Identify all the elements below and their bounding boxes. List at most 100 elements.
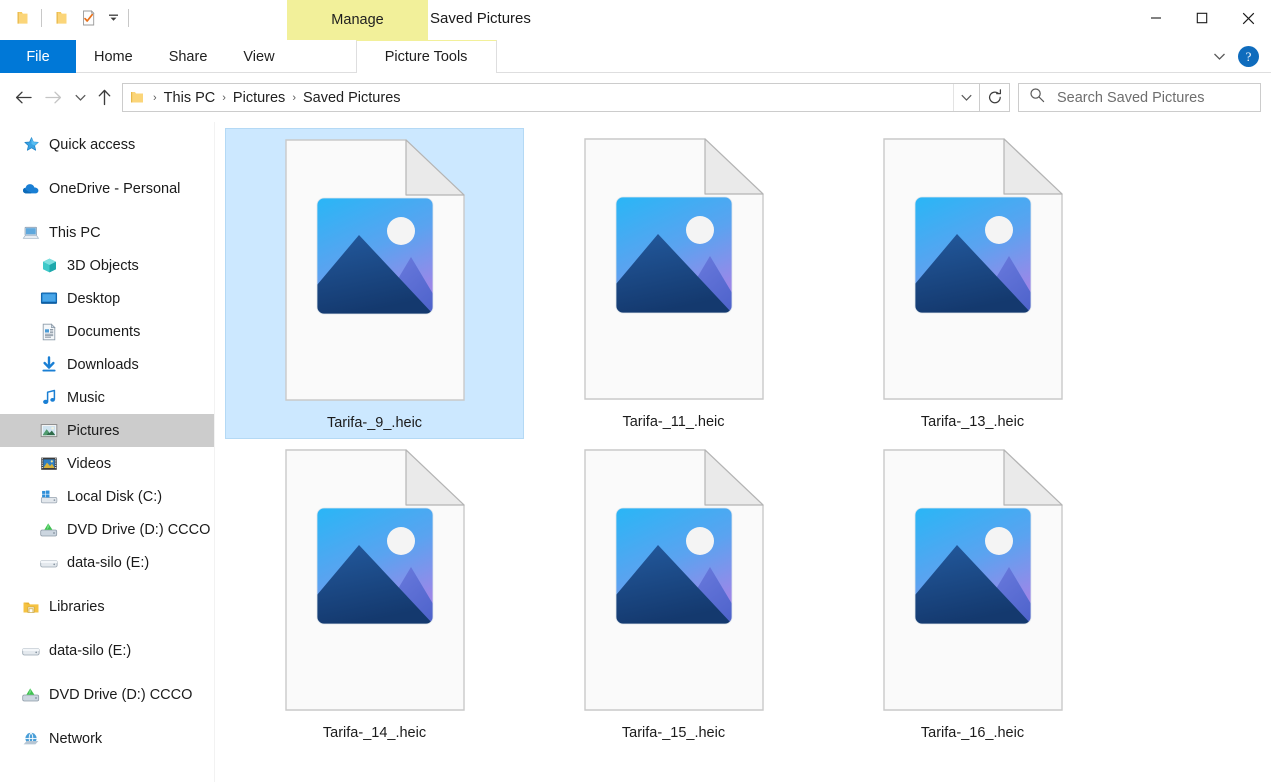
sidebar-item-label: Quick access xyxy=(49,136,136,153)
title-bar: Manage Saved Pictures xyxy=(0,0,1271,40)
sidebar-item-label: data-silo (E:) xyxy=(67,554,150,571)
properties-icon[interactable] xyxy=(75,4,103,32)
heic-file-icon xyxy=(882,138,1063,400)
windows-disk-icon xyxy=(40,488,58,506)
picture-icon xyxy=(40,422,58,440)
sidebar-item-label: OneDrive - Personal xyxy=(49,180,181,197)
document-icon xyxy=(40,322,58,341)
sidebar-item-desktop[interactable]: Desktop xyxy=(0,282,215,315)
window-title: Saved Pictures xyxy=(430,10,531,27)
quick-access-toolbar xyxy=(0,0,140,36)
heic-file-icon xyxy=(284,139,465,401)
sidebar-item-documents[interactable]: Documents xyxy=(0,315,215,348)
sidebar-item-label: Documents xyxy=(67,323,141,340)
network-icon xyxy=(22,730,40,748)
file-name-label: Tarifa-_14_.heic xyxy=(322,725,427,741)
file-name-label: Tarifa-_16_.heic xyxy=(920,725,1025,741)
breadcrumb-item-pictures[interactable]: Pictures xyxy=(229,88,289,108)
sidebar-item-quick-access[interactable]: Quick access xyxy=(0,128,215,161)
tab-view[interactable]: View xyxy=(225,40,292,73)
sidebar-item-label: Videos xyxy=(67,455,112,472)
sidebar-item-this-pc[interactable]: This PC xyxy=(0,216,215,249)
sidebar-item-label: Libraries xyxy=(49,598,105,615)
sidebar-item-data-silo-e[interactable]: data-silo (E:) xyxy=(0,546,215,579)
maximize-button[interactable] xyxy=(1179,0,1225,36)
download-icon xyxy=(40,356,58,374)
nav-group-gap xyxy=(0,161,215,172)
heic-file-icon xyxy=(882,449,1063,711)
close-button[interactable] xyxy=(1225,0,1271,36)
recent-locations-button[interactable] xyxy=(68,82,92,114)
tab-picture-tools[interactable]: Picture Tools xyxy=(355,40,497,73)
nav-group-gap xyxy=(0,623,215,634)
file-list-view[interactable]: Tarifa-_9_.heic Tarifa-_11_.heic Tarifa-_1… xyxy=(215,122,1271,782)
sidebar-item-label: data-silo (E:) xyxy=(49,642,132,659)
heic-file-icon xyxy=(882,449,1063,711)
sidebar-item-data-silo-e[interactable]: data-silo (E:) xyxy=(0,634,215,667)
help-icon[interactable]: ? xyxy=(1238,46,1259,67)
navigation-pane: Quick access OneDrive - Personal This PC 3D… xyxy=(0,122,215,782)
file-name-label: Tarifa-_15_.heic xyxy=(621,725,726,741)
heic-file-icon xyxy=(583,138,764,400)
search-input[interactable]: Search Saved Pictures xyxy=(1018,83,1261,112)
sidebar-item-local-disk-c[interactable]: Local Disk (C:) xyxy=(0,480,215,513)
file-item[interactable]: Tarifa-_15_.heic xyxy=(524,439,823,750)
nav-group-gap xyxy=(0,667,215,678)
video-icon xyxy=(40,455,58,473)
forward-button xyxy=(38,82,68,114)
sidebar-item-label: Downloads xyxy=(67,356,139,373)
chevron-down-icon[interactable] xyxy=(103,4,123,32)
sidebar-item-videos[interactable]: Videos xyxy=(0,447,215,480)
qat-separator-2 xyxy=(128,9,129,27)
sidebar-item-label: Desktop xyxy=(67,290,121,307)
sidebar-item-downloads[interactable]: Downloads xyxy=(0,348,215,381)
refresh-button[interactable] xyxy=(980,83,1010,112)
main-body: Quick access OneDrive - Personal This PC 3D… xyxy=(0,122,1271,782)
heic-file-icon xyxy=(284,449,465,711)
sidebar-item-dvd-drive-d-ccco[interactable]: DVD Drive (D:) CCCO xyxy=(0,678,215,711)
file-item[interactable]: Tarifa-_14_.heic xyxy=(225,439,524,750)
address-bar[interactable]: › This PC › Pictures › Saved Pictures xyxy=(122,83,980,112)
sidebar-item-music[interactable]: Music xyxy=(0,381,215,414)
new-folder-icon[interactable] xyxy=(47,4,75,32)
cloud-icon xyxy=(22,180,40,198)
sidebar-item-dvd-drive-d-ccco[interactable]: DVD Drive (D:) CCCO xyxy=(0,513,215,546)
navigation-bar: › This PC › Pictures › Saved Pictures Se… xyxy=(0,73,1271,122)
back-button[interactable] xyxy=(8,82,38,114)
sidebar-item-3d-objects[interactable]: 3D Objects xyxy=(0,249,215,282)
file-item[interactable]: Tarifa-_9_.heic xyxy=(225,128,524,439)
cube-icon xyxy=(40,257,58,275)
breadcrumb-item-saved-pictures[interactable]: Saved Pictures xyxy=(299,88,405,108)
sidebar-item-label: DVD Drive (D:) CCCO xyxy=(67,521,211,538)
file-grid: Tarifa-_9_.heic Tarifa-_11_.heic Tarifa-_1… xyxy=(225,128,1271,750)
tab-file[interactable]: File xyxy=(0,40,76,73)
breadcrumb-item-this-pc[interactable]: This PC xyxy=(160,88,220,108)
search-placeholder: Search Saved Pictures xyxy=(1057,89,1205,106)
up-button[interactable] xyxy=(92,82,116,114)
sidebar-item-label: Music xyxy=(67,389,105,406)
sidebar-item-label: This PC xyxy=(49,224,101,241)
sidebar-item-label: Network xyxy=(49,730,103,747)
minimize-button[interactable] xyxy=(1133,0,1179,36)
sidebar-item-label: Local Disk (C:) xyxy=(67,488,163,505)
file-item[interactable]: Tarifa-_11_.heic xyxy=(524,128,823,439)
heic-file-icon xyxy=(284,139,465,401)
sidebar-item-pictures[interactable]: Pictures xyxy=(0,414,215,447)
contextual-tab-header: Manage xyxy=(287,0,428,40)
nav-group-gap xyxy=(0,205,215,216)
tab-home[interactable]: Home xyxy=(76,40,151,73)
ribbon-right-controls: ? xyxy=(1206,40,1267,73)
file-item[interactable]: Tarifa-_13_.heic xyxy=(823,128,1122,439)
chevron-down-icon[interactable] xyxy=(953,84,979,111)
ribbon-tab-bar: File Home Share View Picture Tools ? xyxy=(0,40,1271,73)
heic-file-icon xyxy=(882,138,1063,400)
file-item[interactable]: Tarifa-_16_.heic xyxy=(823,439,1122,750)
sidebar-item-onedrive-personal[interactable]: OneDrive - Personal xyxy=(0,172,215,205)
chevron-down-icon[interactable] xyxy=(1206,44,1232,70)
breadcrumb-separator: › xyxy=(222,91,226,104)
sidebar-item-network[interactable]: Network xyxy=(0,722,215,755)
tab-share[interactable]: Share xyxy=(151,40,226,73)
sidebar-item-libraries[interactable]: Libraries xyxy=(0,590,215,623)
sidebar-item-label: 3D Objects xyxy=(67,257,139,274)
dvd-icon xyxy=(22,686,40,704)
